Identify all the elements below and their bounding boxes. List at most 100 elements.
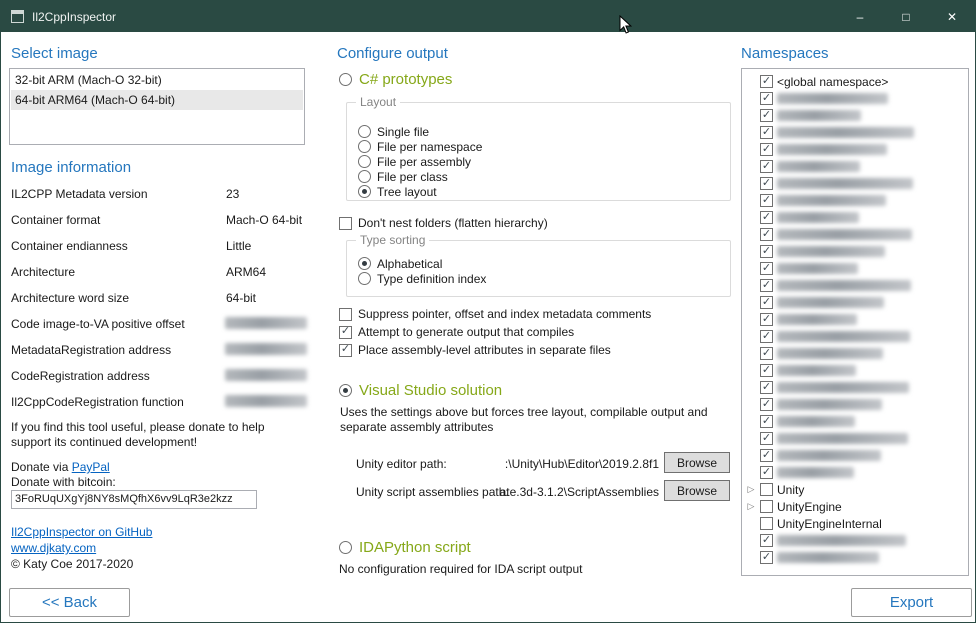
namespace-row[interactable] [746, 532, 968, 549]
info-value [225, 317, 307, 343]
namespace-row[interactable] [746, 243, 968, 260]
back-button[interactable]: << Back [9, 588, 130, 617]
type-sorting-option[interactable]: Type definition index [358, 271, 730, 286]
output-option-checkbox[interactable]: Suppress pointer, offset and index metad… [339, 305, 651, 323]
namespace-checkbox[interactable] [760, 75, 773, 88]
namespace-row[interactable] [746, 90, 968, 107]
namespace-row[interactable] [746, 447, 968, 464]
unity-editor-browse-button[interactable]: Browse [664, 452, 730, 473]
namespace-checkbox[interactable] [760, 279, 773, 292]
namespace-checkbox[interactable] [760, 126, 773, 139]
namespace-row[interactable]: ▷Unity [746, 481, 968, 498]
namespace-row[interactable] [746, 362, 968, 379]
bitcoin-address-field[interactable]: 3FoRUqUXgYj8NY8sMQfhX6vv9LqR3e2kzz [11, 490, 257, 509]
idapython-script-option[interactable]: IDAPython script [339, 539, 471, 556]
namespace-checkbox[interactable] [760, 313, 773, 326]
namespace-row[interactable]: UnityEngineInternal [746, 515, 968, 532]
namespace-checkbox[interactable] [760, 534, 773, 547]
namespace-checkbox[interactable] [760, 398, 773, 411]
radio-icon [358, 125, 371, 138]
namespace-checkbox[interactable] [760, 500, 773, 513]
namespace-checkbox[interactable] [760, 177, 773, 190]
redacted-namespace [777, 314, 857, 325]
radio-icon [339, 541, 352, 554]
layout-option[interactable]: File per class [358, 169, 730, 184]
namespace-row[interactable] [746, 328, 968, 345]
radio-label: File per assembly [377, 155, 471, 169]
namespace-row[interactable] [746, 294, 968, 311]
minimize-button[interactable]: – [837, 1, 883, 32]
namespace-checkbox[interactable] [760, 517, 773, 530]
namespace-checkbox[interactable] [760, 194, 773, 207]
namespace-row[interactable] [746, 192, 968, 209]
namespace-row[interactable] [746, 464, 968, 481]
namespace-checkbox[interactable] [760, 109, 773, 122]
image-listbox[interactable]: 32-bit ARM (Mach-O 32-bit)64-bit ARM64 (… [9, 68, 305, 145]
namespace-row[interactable] [746, 107, 968, 124]
expander-icon[interactable]: ▷ [746, 484, 756, 495]
namespace-checkbox[interactable] [760, 381, 773, 394]
unity-editor-path-value: :\Unity\Hub\Editor\2019.2.8f1 [451, 457, 659, 471]
checkbox-icon [339, 326, 352, 339]
namespace-row[interactable]: ▷UnityEngine [746, 498, 968, 515]
namespace-row[interactable] [746, 209, 968, 226]
image-list-item[interactable]: 64-bit ARM64 (Mach-O 64-bit) [11, 90, 303, 110]
namespace-row[interactable] [746, 379, 968, 396]
namespaces-tree[interactable]: <global namespace> ▷Unity▷UnityEngineUnit… [741, 68, 969, 576]
namespace-checkbox[interactable] [760, 211, 773, 224]
namespace-row[interactable] [746, 175, 968, 192]
csharp-prototypes-option[interactable]: C# prototypes [339, 71, 452, 88]
namespace-checkbox[interactable] [760, 483, 773, 496]
namespace-row[interactable] [746, 141, 968, 158]
namespace-row[interactable] [746, 260, 968, 277]
namespace-row[interactable] [746, 226, 968, 243]
github-link[interactable]: Il2CppInspector on GitHub [11, 525, 152, 539]
type-sorting-option[interactable]: Alphabetical [358, 256, 730, 271]
namespace-row[interactable] [746, 345, 968, 362]
visual-studio-solution-option[interactable]: Visual Studio solution [339, 382, 502, 399]
redacted-value [225, 343, 307, 355]
namespace-checkbox[interactable] [760, 245, 773, 258]
unity-script-browse-button[interactable]: Browse [664, 480, 730, 501]
paypal-link[interactable]: PayPal [72, 460, 110, 474]
namespace-checkbox[interactable] [760, 551, 773, 564]
namespace-row[interactable] [746, 311, 968, 328]
namespace-row[interactable] [746, 430, 968, 447]
output-option-checkbox[interactable]: Attempt to generate output that compiles [339, 323, 651, 341]
namespace-row[interactable] [746, 277, 968, 294]
layout-option[interactable]: Single file [358, 124, 730, 139]
redacted-namespace [777, 348, 883, 359]
namespace-row[interactable] [746, 124, 968, 141]
image-list-item[interactable]: 32-bit ARM (Mach-O 32-bit) [11, 70, 303, 90]
namespace-checkbox[interactable] [760, 92, 773, 105]
maximize-button[interactable]: □ [883, 1, 929, 32]
namespace-checkbox[interactable] [760, 449, 773, 462]
close-button[interactable]: ✕ [929, 1, 975, 32]
layout-option[interactable]: File per namespace [358, 139, 730, 154]
website-link[interactable]: www.djkaty.com [11, 541, 96, 555]
layout-option[interactable]: Tree layout [358, 184, 730, 199]
namespace-checkbox[interactable] [760, 160, 773, 173]
namespace-row[interactable] [746, 396, 968, 413]
expander-icon[interactable]: ▷ [746, 501, 756, 512]
output-option-checkbox[interactable]: Place assembly-level attributes in separ… [339, 341, 651, 359]
namespace-row[interactable] [746, 413, 968, 430]
namespace-checkbox[interactable] [760, 228, 773, 241]
namespace-row[interactable] [746, 158, 968, 175]
export-button[interactable]: Export [851, 588, 972, 617]
namespace-checkbox[interactable] [760, 466, 773, 479]
namespace-checkbox[interactable] [760, 432, 773, 445]
namespace-checkbox[interactable] [760, 347, 773, 360]
namespace-checkbox[interactable] [760, 262, 773, 275]
namespace-checkbox[interactable] [760, 330, 773, 343]
namespace-checkbox[interactable] [760, 364, 773, 377]
layout-option[interactable]: File per assembly [358, 154, 730, 169]
flatten-checkbox[interactable]: Don't nest folders (flatten hierarchy) [339, 214, 548, 232]
namespace-row[interactable] [746, 549, 968, 566]
namespace-checkbox[interactable] [760, 415, 773, 428]
radio-label: Tree layout [377, 185, 437, 199]
namespace-checkbox[interactable] [760, 143, 773, 156]
unity-editor-path-label: Unity editor path: [356, 457, 447, 471]
namespace-row[interactable]: <global namespace> [746, 73, 968, 90]
namespace-checkbox[interactable] [760, 296, 773, 309]
